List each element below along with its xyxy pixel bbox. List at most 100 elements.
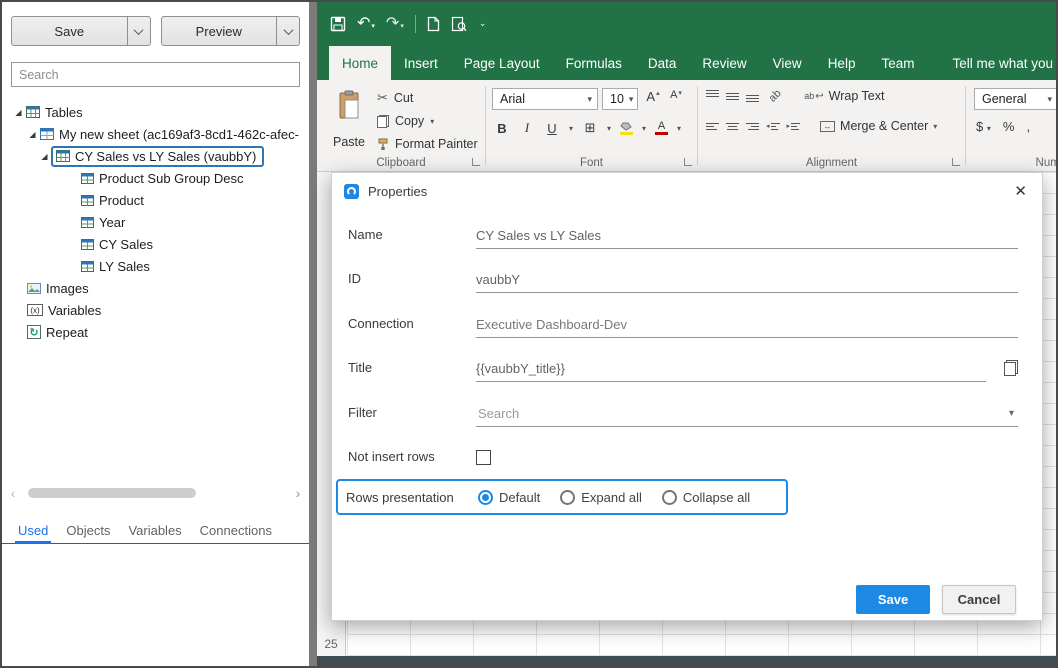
preview-dropdown[interactable] (276, 17, 299, 45)
name-field[interactable]: CY Sales vs LY Sales (476, 223, 1018, 249)
save-button[interactable]: Save (12, 17, 127, 45)
save-split-button[interactable]: Save (11, 16, 151, 46)
radio-expand-all[interactable]: Expand all (560, 490, 642, 505)
dialog-launcher-icon[interactable] (952, 158, 960, 166)
id-field[interactable]: vaubbY (476, 267, 1018, 293)
customize-qat-icon[interactable]: ⌄ (478, 18, 487, 31)
tree-node-variables[interactable]: (x) Variables (2, 299, 309, 321)
print-preview-icon[interactable] (451, 16, 467, 32)
bold-button[interactable]: B (494, 118, 510, 138)
expander-icon[interactable]: ◢ (26, 130, 39, 139)
underline-button[interactable]: U (544, 118, 560, 138)
align-bottom-button[interactable] (746, 90, 759, 102)
tree-node-column[interactable]: CY Sales (2, 233, 309, 255)
format-painter-icon (377, 138, 389, 151)
redo-button[interactable]: ↷ ▾ (386, 16, 404, 32)
fill-color-button[interactable] (620, 122, 633, 135)
preview-button[interactable]: Preview (162, 17, 277, 45)
new-file-icon[interactable] (427, 16, 440, 32)
ribbon-tab-data[interactable]: Data (635, 46, 690, 80)
cut-button[interactable]: ✂ Cut (377, 89, 478, 107)
font-color-button[interactable]: A (655, 121, 668, 135)
font-size-combobox[interactable]: 10 ▾ (602, 88, 638, 110)
decrease-indent-button[interactable]: ◂ (766, 120, 780, 132)
copy-icon[interactable] (1004, 360, 1018, 376)
align-middle-button[interactable] (726, 90, 739, 102)
ribbon-tab-home[interactable]: Home (329, 46, 391, 80)
ribbon-tab-page-layout[interactable]: Page Layout (451, 46, 553, 80)
tab-used[interactable]: Used (10, 518, 56, 543)
radio-icon[interactable] (662, 490, 677, 505)
tree-node-column[interactable]: Product Sub Group Desc (2, 167, 309, 189)
align-right-button[interactable] (746, 120, 759, 132)
scrollbar-track[interactable] (20, 487, 291, 499)
align-left-button[interactable] (706, 120, 719, 132)
preview-split-button[interactable]: Preview (161, 16, 301, 46)
ribbon-tab-view[interactable]: View (760, 46, 815, 80)
dialog-launcher-icon[interactable] (684, 158, 692, 166)
italic-button[interactable]: I (519, 118, 535, 138)
comma-style-button[interactable]: , (1026, 119, 1030, 134)
panel-divider[interactable] (309, 2, 317, 666)
format-painter-button[interactable]: Format Painter (377, 135, 478, 153)
percent-style-button[interactable]: % (1003, 119, 1015, 134)
caret-down-icon[interactable]: ▾ (1005, 408, 1018, 419)
expander-icon[interactable]: ◢ (12, 108, 25, 117)
scroll-right-icon[interactable]: › (291, 487, 305, 499)
not-insert-rows-checkbox[interactable] (476, 450, 491, 465)
tab-objects[interactable]: Objects (58, 518, 118, 543)
wrap-text-button[interactable]: ab↩ Wrap Text (804, 89, 884, 103)
scrollbar-thumb[interactable] (28, 488, 196, 498)
ribbon-tab-formulas[interactable]: Formulas (553, 46, 635, 80)
copy-button[interactable]: Copy ▾ (377, 112, 478, 130)
tree-node-images[interactable]: Images (2, 277, 309, 299)
tree-node-repeat[interactable]: ↻ Repeat (2, 321, 309, 343)
tree-node-column[interactable]: Year (2, 211, 309, 233)
tree-node-tables[interactable]: ◢ Tables (2, 101, 309, 123)
tell-me-box[interactable]: Tell me what you want to (945, 46, 1056, 80)
tree-node-sheet[interactable]: ◢ My new sheet (ac169af3-8cd1-462c-afec- (2, 123, 309, 145)
save-icon[interactable] (330, 16, 346, 32)
name-field-value: CY Sales vs LY Sales (476, 228, 601, 243)
horizontal-scrollbar[interactable]: ‹ › (6, 486, 305, 500)
tab-variables[interactable]: Variables (120, 518, 189, 543)
ribbon-tab-review[interactable]: Review (689, 46, 759, 80)
radio-selected-icon[interactable] (478, 490, 493, 505)
font-family-combobox[interactable]: Arial ▾ (492, 88, 598, 110)
ribbon-tab-team[interactable]: Team (868, 46, 927, 80)
dialog-launcher-icon[interactable] (472, 158, 480, 166)
tree-node-selected-table[interactable]: ◢ CY Sales vs LY Sales (vaubbY) (2, 145, 309, 167)
save-dropdown[interactable] (127, 17, 150, 45)
radio-default[interactable]: Default (478, 490, 540, 505)
undo-button[interactable]: ↶ ▾ (357, 16, 375, 32)
row-header-25[interactable]: 25 (317, 637, 345, 651)
align-center-button[interactable] (726, 120, 739, 132)
align-top-button[interactable] (706, 90, 719, 102)
accounting-format-button[interactable]: $ ▾ (976, 119, 991, 134)
filter-search-input[interactable] (476, 405, 1005, 422)
close-icon[interactable]: ✕ (1011, 182, 1030, 200)
increase-indent-button[interactable]: ▸ (787, 120, 801, 132)
increase-font-button[interactable]: A▴ (645, 89, 661, 109)
tree-node-column[interactable]: Product (2, 189, 309, 211)
ribbon-tab-insert[interactable]: Insert (391, 46, 451, 80)
borders-button[interactable]: ⊞ (582, 118, 598, 138)
selected-node-highlight[interactable]: CY Sales vs LY Sales (vaubbY) (51, 146, 264, 167)
title-field[interactable]: {{vaubbY_title}} (476, 356, 986, 382)
search-input[interactable] (11, 62, 300, 87)
paste-button[interactable]: Paste (325, 87, 373, 151)
merge-center-button[interactable]: ↔ Merge & Center ▾ (820, 119, 937, 133)
radio-collapse-all[interactable]: Collapse all (662, 490, 750, 505)
radio-icon[interactable] (560, 490, 575, 505)
filter-field[interactable]: ▾ (476, 401, 1018, 427)
cancel-button[interactable]: Cancel (942, 585, 1016, 614)
number-format-combobox[interactable]: General ▾ (974, 88, 1056, 110)
expander-icon[interactable]: ◢ (38, 152, 51, 161)
ribbon-tab-help[interactable]: Help (815, 46, 869, 80)
save-button[interactable]: Save (856, 585, 930, 614)
scroll-left-icon[interactable]: ‹ (6, 487, 20, 499)
decrease-font-button[interactable]: A▾ (668, 89, 684, 109)
tab-connections[interactable]: Connections (192, 518, 280, 543)
tree-node-column[interactable]: LY Sales (2, 255, 309, 277)
orientation-button[interactable]: ab (767, 87, 784, 104)
